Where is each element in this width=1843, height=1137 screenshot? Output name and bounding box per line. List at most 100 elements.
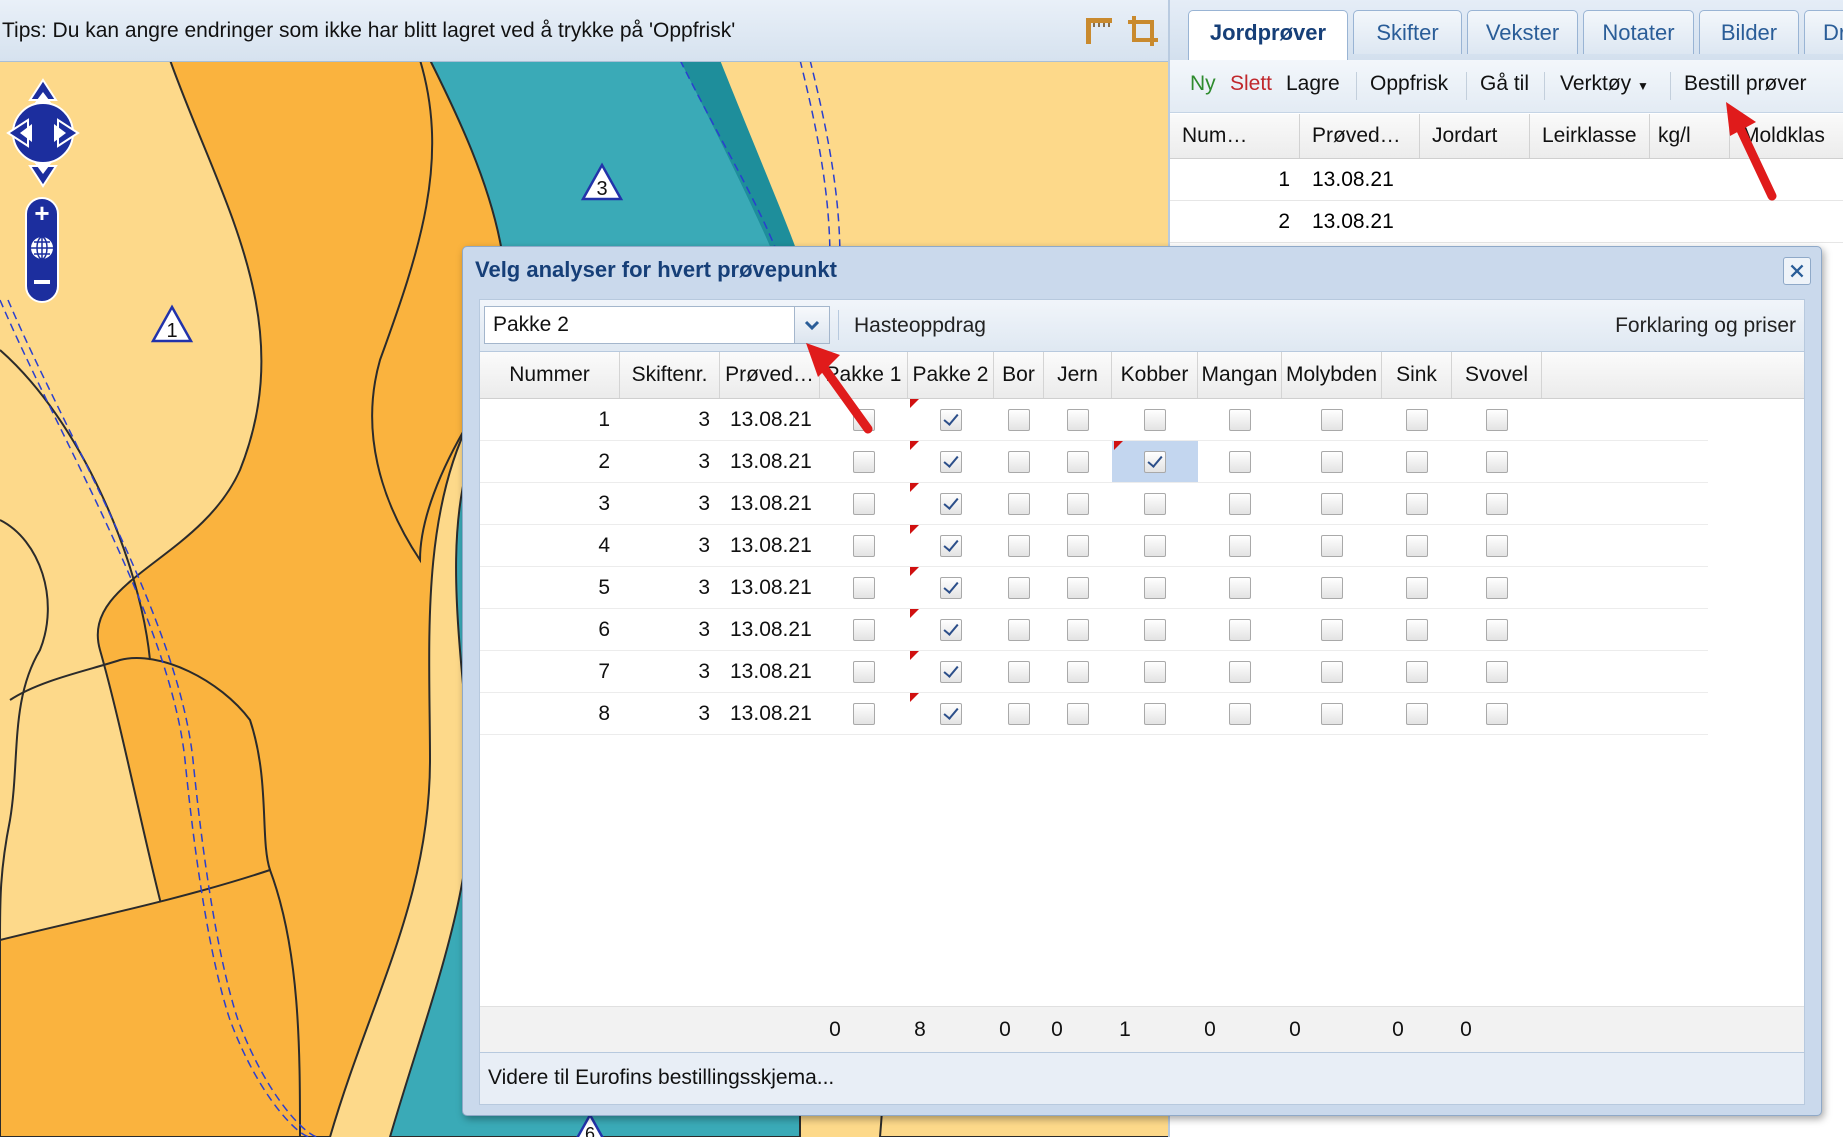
checkbox-svovel[interactable] [1486,451,1508,473]
checkbox-molybden[interactable] [1321,619,1343,641]
col-header-bor[interactable]: Bor [994,352,1044,398]
checkbox-pakke-1[interactable] [853,577,875,599]
urgent-order-toggle[interactable]: Hasteoppdrag [854,314,986,338]
col-header-jern[interactable]: Jern [1044,352,1112,398]
close-icon[interactable] [1783,257,1811,285]
zoom-control[interactable]: + [22,196,62,304]
checkbox-jern[interactable] [1067,577,1089,599]
col-header-sink[interactable]: Sink [1382,352,1452,398]
checkbox-pakke-1[interactable] [853,661,875,683]
col-header-skiftenr[interactable]: Skiftenr. [620,352,720,398]
checkbox-sink[interactable] [1406,493,1428,515]
table-row[interactable]: 2 13.08.21 [1170,201,1843,243]
crop-tool-icon[interactable] [1126,14,1160,48]
checkbox-kobber[interactable] [1144,577,1166,599]
checkbox-kobber[interactable] [1144,661,1166,683]
pricing-info-link[interactable]: Forklaring og priser [1615,314,1796,338]
checkbox-mangan[interactable] [1229,535,1251,557]
checkbox-kobber[interactable] [1144,535,1166,557]
checkbox-kobber[interactable] [1144,451,1166,473]
checkbox-jern[interactable] [1067,409,1089,431]
checkbox-jern[interactable] [1067,661,1089,683]
table-row[interactable]: 1 3 13.08.21 [480,399,1708,441]
checkbox-pakke-2[interactable] [940,619,962,641]
checkbox-sink[interactable] [1406,409,1428,431]
tab-dren[interactable]: Dren [1804,10,1843,54]
checkbox-pakke-1[interactable] [853,535,875,557]
checkbox-pakke-1[interactable] [853,451,875,473]
checkbox-bor[interactable] [1008,577,1030,599]
checkbox-mangan[interactable] [1229,661,1251,683]
checkbox-pakke-2[interactable] [940,451,962,473]
checkbox-bor[interactable] [1008,535,1030,557]
order-samples-button[interactable]: Bestill prøver [1684,72,1807,96]
table-row[interactable]: 5 3 13.08.21 [480,567,1708,609]
checkbox-svovel[interactable] [1486,535,1508,557]
checkbox-jern[interactable] [1067,619,1089,641]
checkbox-mangan[interactable] [1229,493,1251,515]
package-select[interactable]: Pakke 2 [484,306,830,344]
checkbox-pakke-2[interactable] [940,535,962,557]
sample-marker-3[interactable]: 3 [580,162,624,202]
checkbox-molybden[interactable] [1321,535,1343,557]
checkbox-kobber[interactable] [1144,619,1166,641]
refresh-button[interactable]: Oppfrisk [1370,72,1448,96]
col-header-kgl[interactable]: kg/l [1650,114,1730,158]
table-row[interactable]: 2 3 13.08.21 [480,441,1708,483]
checkbox-molybden[interactable] [1321,661,1343,683]
checkbox-pakke-2[interactable] [940,493,962,515]
checkbox-mangan[interactable] [1229,703,1251,725]
checkbox-bor[interactable] [1008,619,1030,641]
checkbox-pakke-1[interactable] [853,409,875,431]
col-header-provedato[interactable]: Prøved… [720,352,820,398]
checkbox-jern[interactable] [1067,493,1089,515]
checkbox-pakke-2[interactable] [940,661,962,683]
checkbox-pakke-2[interactable] [940,409,962,431]
checkbox-jern[interactable] [1067,535,1089,557]
measure-tool-icon[interactable] [1082,14,1116,48]
delete-button[interactable]: Slett [1230,72,1272,96]
checkbox-kobber[interactable] [1144,493,1166,515]
checkbox-jern[interactable] [1067,703,1089,725]
checkbox-mangan[interactable] [1229,577,1251,599]
save-button[interactable]: Lagre [1286,72,1340,96]
checkbox-pakke-2[interactable] [940,703,962,725]
checkbox-mangan[interactable] [1229,451,1251,473]
checkbox-bor[interactable] [1008,451,1030,473]
checkbox-molybden[interactable] [1321,451,1343,473]
checkbox-jern[interactable] [1067,451,1089,473]
col-header-mangan[interactable]: Mangan [1198,352,1282,398]
checkbox-bor[interactable] [1008,703,1030,725]
checkbox-svovel[interactable] [1486,661,1508,683]
table-row[interactable]: 8 3 13.08.21 [480,693,1708,735]
col-header-clayclass[interactable]: Leirklasse [1530,114,1650,158]
chevron-down-icon[interactable] [794,307,829,343]
eurofins-order-link[interactable]: Videre til Eurofins bestillingsskjema... [479,1053,1805,1105]
tab-bilder[interactable]: Bilder [1699,10,1799,54]
checkbox-kobber[interactable] [1144,409,1166,431]
checkbox-sink[interactable] [1406,661,1428,683]
col-header-molybden[interactable]: Molybden [1282,352,1382,398]
tab-notater[interactable]: Notater [1583,10,1694,54]
checkbox-svovel[interactable] [1486,577,1508,599]
checkbox-pakke-1[interactable] [853,619,875,641]
col-header-moldclass[interactable]: Moldklas [1730,114,1843,158]
checkbox-svovel[interactable] [1486,493,1508,515]
tab-vekster[interactable]: Vekster [1467,10,1578,54]
tab-jordprover[interactable]: Jordprøver [1188,10,1348,61]
col-header-kobber[interactable]: Kobber [1112,352,1198,398]
tab-skifter[interactable]: Skifter [1353,10,1462,54]
checkbox-sink[interactable] [1406,535,1428,557]
checkbox-bor[interactable] [1008,661,1030,683]
checkbox-kobber[interactable] [1144,703,1166,725]
sample-marker-1[interactable]: 1 [150,304,194,344]
pan-control[interactable] [6,78,80,188]
checkbox-pakke-2[interactable] [940,577,962,599]
checkbox-sink[interactable] [1406,451,1428,473]
checkbox-bor[interactable] [1008,409,1030,431]
checkbox-mangan[interactable] [1229,619,1251,641]
checkbox-molybden[interactable] [1321,577,1343,599]
col-header-soiltype[interactable]: Jordart [1420,114,1530,158]
checkbox-molybden[interactable] [1321,703,1343,725]
col-header-date[interactable]: Prøved… [1300,114,1420,158]
